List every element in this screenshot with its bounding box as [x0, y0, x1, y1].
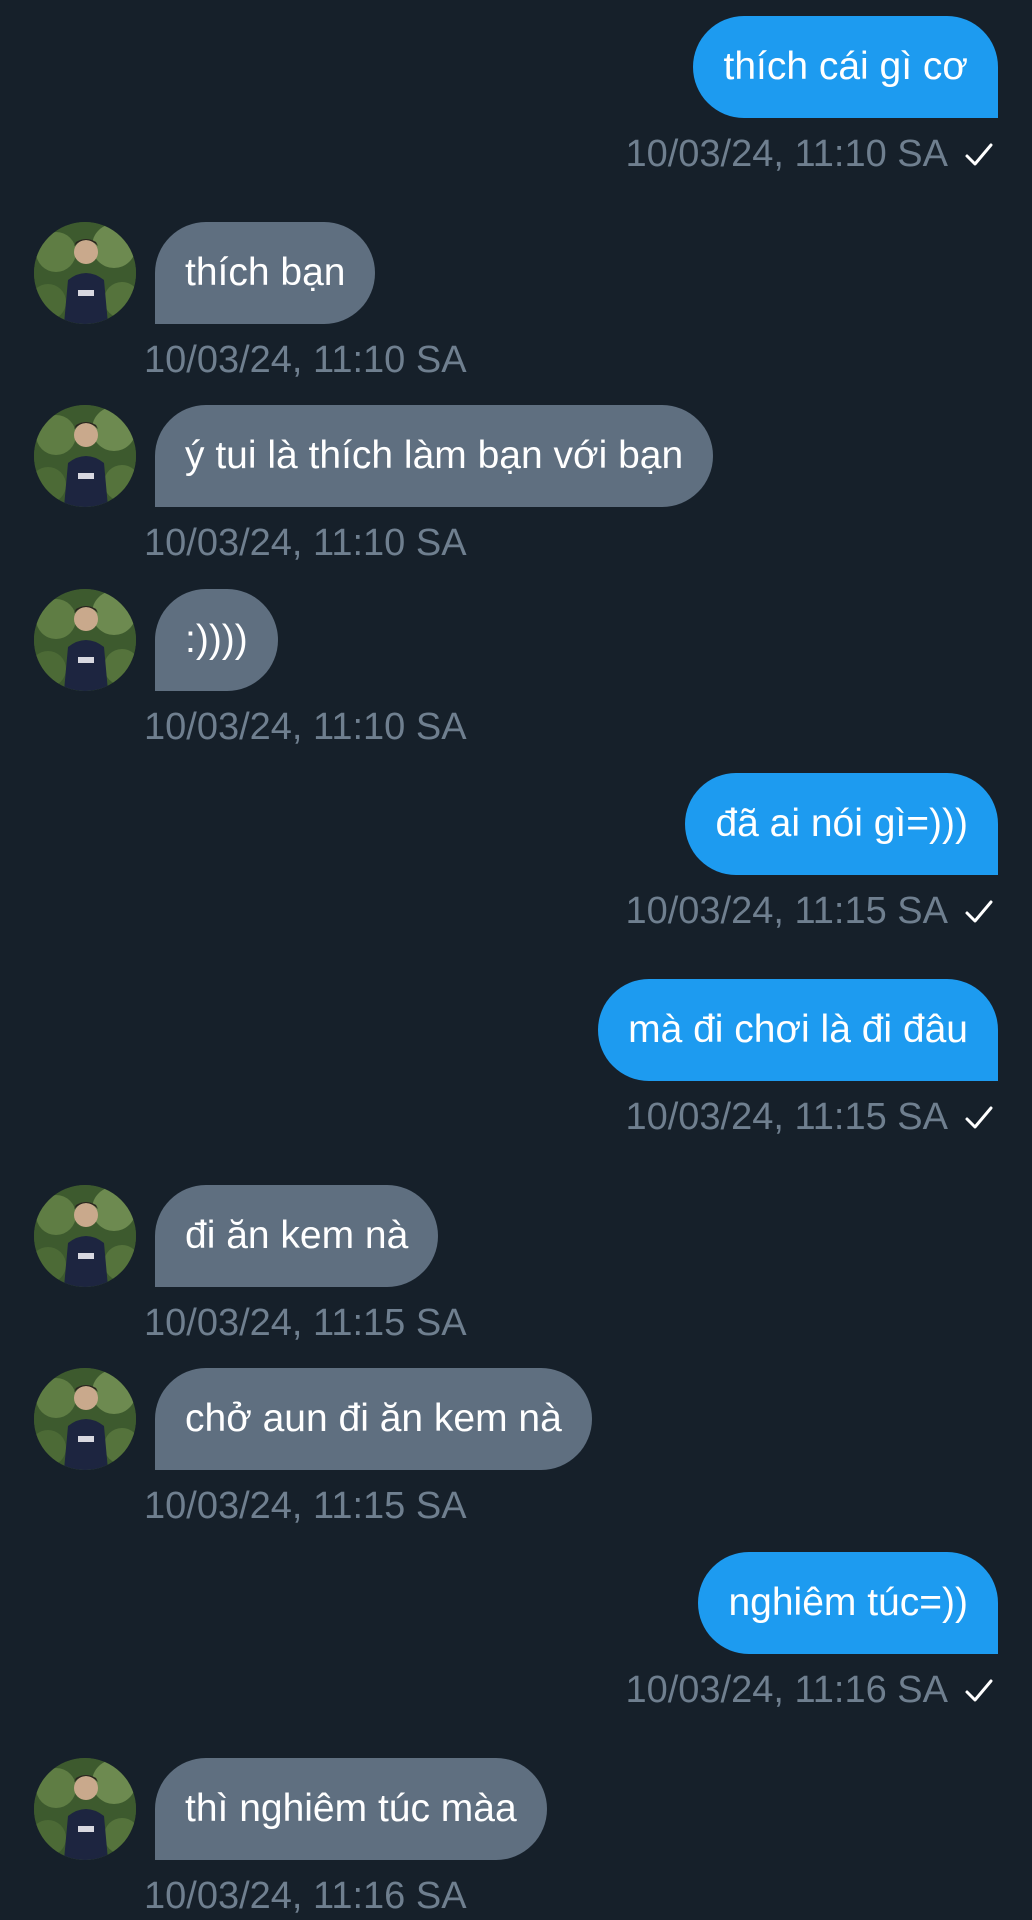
- message-bubble[interactable]: đi ăn kem nà: [155, 1185, 439, 1287]
- message-thread: thích cái gì cơ 10/03/24, 11:10 SA thích…: [0, 0, 1032, 1920]
- message-bubble[interactable]: thích bạn: [155, 222, 376, 324]
- message-bubble[interactable]: thích cái gì cơ: [693, 16, 998, 118]
- message-timestamp: 10/03/24, 11:10 SA: [144, 339, 467, 381]
- message-timestamp: 10/03/24, 11:15 SA: [625, 890, 948, 932]
- check-icon: [965, 900, 993, 922]
- message-timestamp: 10/03/24, 11:15 SA: [144, 1485, 467, 1527]
- avatar[interactable]: [34, 1758, 136, 1860]
- message-timestamp: 10/03/24, 11:16 SA: [144, 1875, 467, 1917]
- message-timestamp: 10/03/24, 11:10 SA: [144, 706, 467, 748]
- check-icon: [965, 143, 993, 165]
- message-bubble[interactable]: :)))): [155, 589, 278, 691]
- message-meta: 10/03/24, 11:16 SA: [625, 1669, 994, 1712]
- message-meta: 10/03/24, 11:15 SA: [144, 1302, 467, 1345]
- avatar[interactable]: [34, 1185, 136, 1287]
- message-meta: 10/03/24, 11:16 SA: [144, 1875, 467, 1918]
- message-meta: 10/03/24, 11:10 SA: [144, 706, 467, 749]
- avatar[interactable]: [34, 589, 136, 691]
- message-meta: 10/03/24, 11:10 SA: [144, 339, 467, 382]
- avatar[interactable]: [34, 405, 136, 507]
- avatar[interactable]: [34, 1368, 136, 1470]
- message-timestamp: 10/03/24, 11:10 SA: [625, 133, 948, 175]
- message-meta: 10/03/24, 11:10 SA: [625, 133, 994, 176]
- message-meta: 10/03/24, 11:15 SA: [625, 1096, 994, 1139]
- message-bubble[interactable]: thì nghiêm túc màa: [155, 1758, 547, 1860]
- message-timestamp: 10/03/24, 11:15 SA: [625, 1096, 948, 1138]
- check-icon: [965, 1679, 993, 1701]
- avatar[interactable]: [34, 222, 136, 324]
- message-bubble[interactable]: ý tui là thích làm bạn với bạn: [155, 405, 714, 507]
- message-meta: 10/03/24, 11:15 SA: [144, 1485, 467, 1528]
- message-bubble[interactable]: mà đi chơi là đi đâu: [598, 979, 998, 1081]
- message-timestamp: 10/03/24, 11:15 SA: [144, 1302, 467, 1344]
- message-timestamp: 10/03/24, 11:16 SA: [625, 1669, 948, 1711]
- message-bubble[interactable]: chở aun đi ăn kem nà: [155, 1368, 592, 1470]
- message-timestamp: 10/03/24, 11:10 SA: [144, 522, 467, 564]
- message-meta: 10/03/24, 11:10 SA: [144, 522, 467, 565]
- message-meta: 10/03/24, 11:15 SA: [625, 890, 994, 933]
- check-icon: [965, 1106, 993, 1128]
- message-bubble[interactable]: đã ai nói gì=))): [685, 773, 998, 875]
- message-bubble[interactable]: nghiêm túc=)): [698, 1552, 998, 1654]
